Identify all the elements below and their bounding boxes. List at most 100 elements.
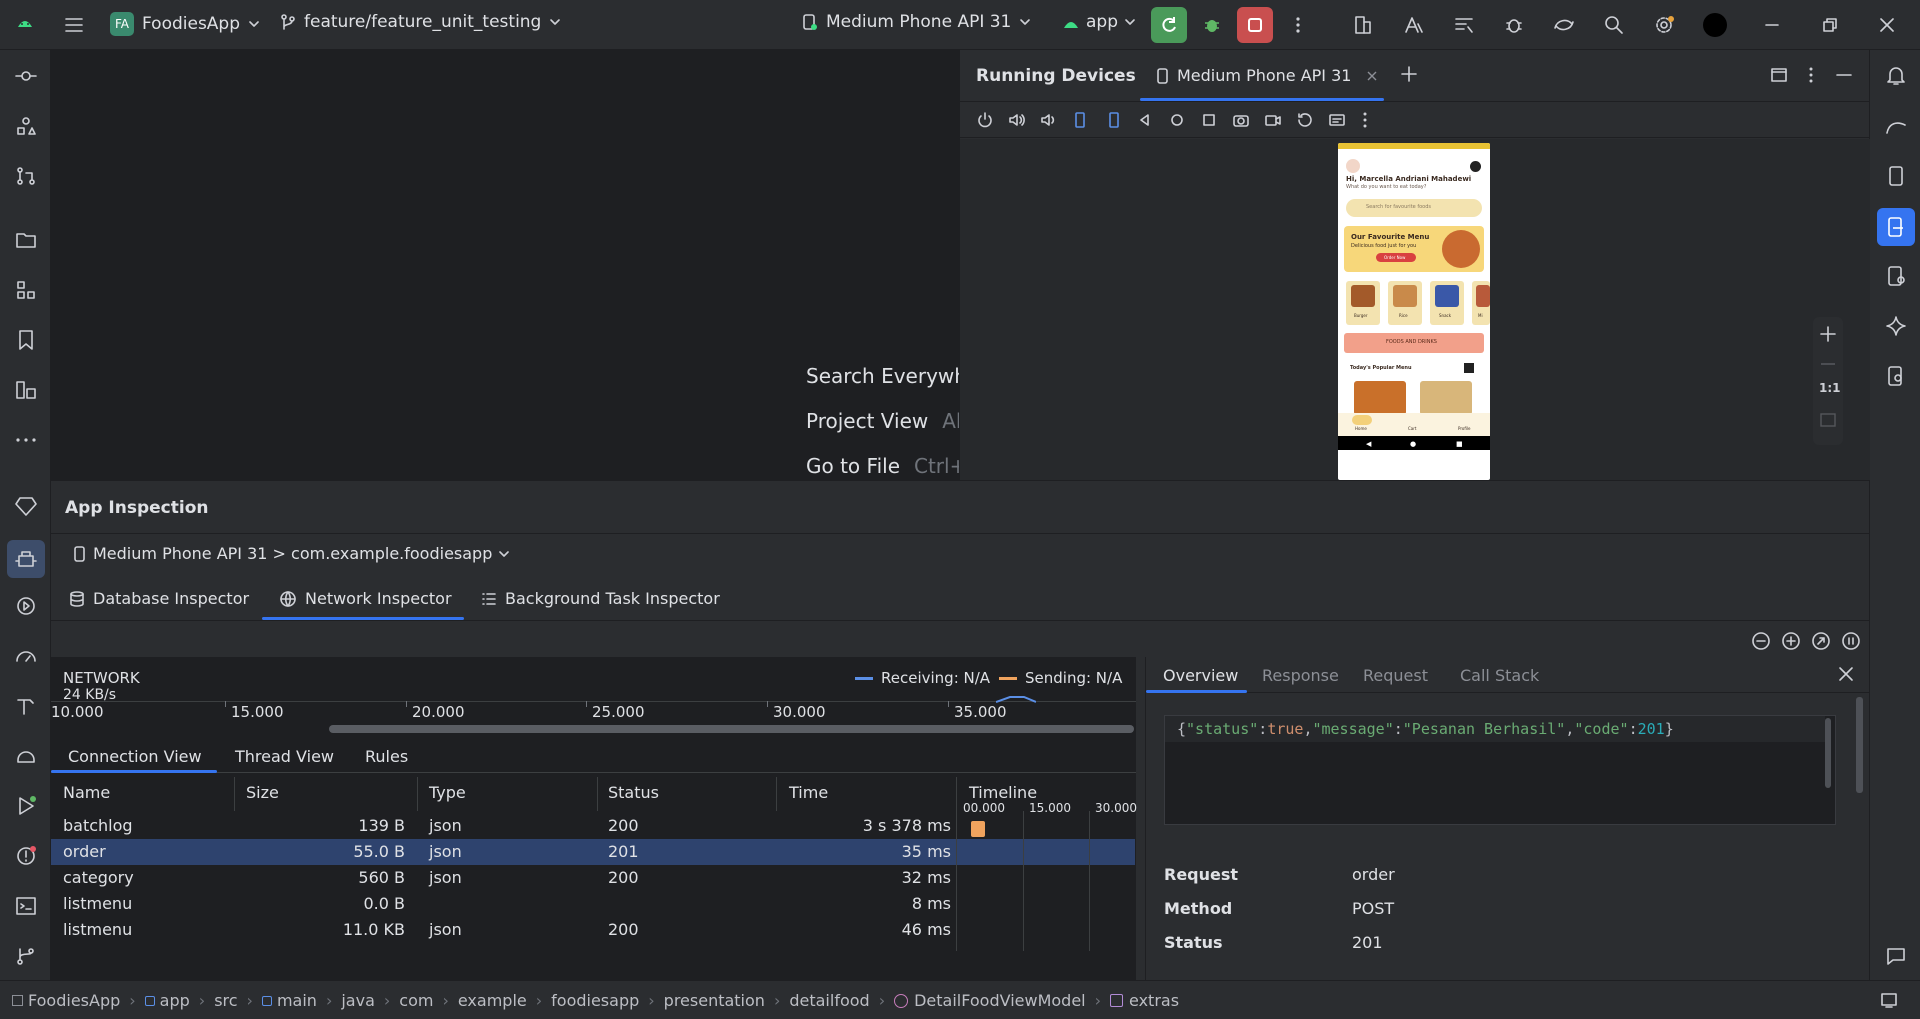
build-hammer-icon[interactable] xyxy=(12,692,40,720)
status-widget-icon[interactable] xyxy=(1880,991,1898,1009)
device-selector[interactable]: Medium Phone API 31 xyxy=(802,12,1031,32)
build-variants-icon[interactable] xyxy=(12,376,40,404)
screen-record-icon[interactable] xyxy=(1264,111,1282,129)
tab-rules[interactable]: Rules xyxy=(365,747,408,766)
settings-gear-icon[interactable] xyxy=(1646,7,1682,43)
android-logo-icon[interactable] xyxy=(16,15,34,29)
resource-manager-icon[interactable] xyxy=(12,112,40,140)
more-tools-icon[interactable] xyxy=(12,426,40,454)
zoom-in-timeline-icon[interactable] xyxy=(1781,631,1801,651)
more-emulator-options-icon[interactable] xyxy=(1362,111,1368,129)
running-devices-icon[interactable] xyxy=(1877,208,1915,246)
reset-zoom-icon[interactable] xyxy=(1811,631,1831,651)
search-icon[interactable] xyxy=(1596,7,1632,43)
project-structure-icon[interactable] xyxy=(1346,7,1382,43)
project-selector[interactable]: FA FoodiesApp xyxy=(110,12,260,36)
run-icon[interactable] xyxy=(12,792,40,820)
table-row[interactable]: category 560 B json 200 32 ms xyxy=(51,865,1135,891)
home-icon[interactable] xyxy=(1168,111,1186,129)
run-config-selector[interactable]: app xyxy=(1062,12,1136,32)
pull-requests-icon[interactable] xyxy=(12,162,40,190)
problems-icon[interactable] xyxy=(12,842,40,870)
tab-thread-view[interactable]: Thread View xyxy=(235,747,334,766)
column-time[interactable]: Time xyxy=(789,783,828,802)
breadcrumb-item[interactable]: main xyxy=(261,991,317,1010)
volume-up-icon[interactable] xyxy=(1008,111,1026,129)
more-actions-icon[interactable] xyxy=(1280,7,1316,43)
zoom-actual-size[interactable]: 1:1 xyxy=(1819,381,1841,395)
response-json-viewer[interactable]: {"status":true,"message":"Pesanan Berhas… xyxy=(1164,715,1836,825)
tab-network-inspector[interactable]: Network Inspector xyxy=(279,589,452,608)
apply-changes-button[interactable] xyxy=(1151,7,1187,43)
close-tab-icon[interactable] xyxy=(1366,70,1378,82)
tab-connection-view[interactable]: Connection View xyxy=(68,747,202,766)
app-inspection-icon[interactable] xyxy=(7,540,45,578)
rotate-right-icon[interactable] xyxy=(1104,111,1122,129)
device-manager-icon[interactable] xyxy=(1882,162,1910,190)
column-name[interactable]: Name xyxy=(63,783,110,802)
timeline-bar-batchlog[interactable] xyxy=(971,821,985,837)
mirror-keyboard-icon[interactable] xyxy=(1328,111,1346,129)
debug-button[interactable] xyxy=(1194,7,1230,43)
breadcrumb-item[interactable]: FoodiesApp xyxy=(12,991,120,1010)
volume-down-icon[interactable] xyxy=(1040,111,1058,129)
pause-live-icon[interactable] xyxy=(1841,631,1861,651)
phone-screen[interactable]: Hi, Marcella Andriani Mahadewi What do y… xyxy=(1338,143,1490,480)
version-control-icon[interactable] xyxy=(12,942,40,970)
panel-options-icon[interactable] xyxy=(1808,66,1814,84)
rotate-left-icon[interactable] xyxy=(1072,111,1090,129)
tab-response[interactable]: Response xyxy=(1262,666,1339,685)
tab-overview[interactable]: Overview xyxy=(1163,666,1238,685)
close-detail-icon[interactable] xyxy=(1838,666,1854,682)
bug-settings-icon[interactable] xyxy=(1496,7,1532,43)
breadcrumb-item[interactable]: app xyxy=(144,991,190,1010)
hide-panel-icon[interactable] xyxy=(1836,74,1852,76)
translate-icon[interactable] xyxy=(1396,7,1432,43)
maximize-panel-icon[interactable] xyxy=(1770,66,1788,84)
process-selector[interactable]: Medium Phone API 31 > com.example.foodie… xyxy=(73,544,510,563)
table-row[interactable]: listmenu 11.0 KB json 200 46 ms xyxy=(51,917,1135,943)
power-icon[interactable] xyxy=(976,111,994,129)
breadcrumb-item[interactable]: java xyxy=(341,991,375,1010)
screenshot-icon[interactable] xyxy=(1232,111,1250,129)
table-row[interactable]: order 55.0 B json 201 35 ms xyxy=(51,839,1135,865)
sync-gradle-icon[interactable] xyxy=(1546,7,1582,43)
snapshot-icon[interactable] xyxy=(1296,111,1314,129)
device-tab[interactable]: Medium Phone API 31 xyxy=(1156,66,1378,85)
breadcrumb-item[interactable]: foodiesapp xyxy=(551,991,639,1010)
gemini-sparkle-icon[interactable] xyxy=(1882,312,1910,340)
bookmarks-icon[interactable] xyxy=(12,326,40,354)
breadcrumb-item[interactable]: DetailFoodViewModel xyxy=(894,991,1086,1010)
gem-icon[interactable] xyxy=(12,492,40,520)
device-explorer-icon[interactable] xyxy=(1882,262,1910,290)
column-size[interactable]: Size xyxy=(246,783,279,802)
avatar[interactable] xyxy=(1703,13,1727,37)
profiler-icon[interactable] xyxy=(12,642,40,670)
table-row[interactable]: listmenu 0.0 B 8 ms xyxy=(51,891,1135,917)
json-scrollbar[interactable] xyxy=(1825,718,1831,788)
minimize-window-icon[interactable] xyxy=(1754,7,1790,43)
breadcrumb-item[interactable]: example xyxy=(458,991,527,1010)
breadcrumb-item[interactable]: presentation xyxy=(664,991,765,1010)
add-device-icon[interactable] xyxy=(1400,65,1418,83)
timeline-scrollbar[interactable] xyxy=(51,723,1136,735)
close-window-icon[interactable] xyxy=(1869,7,1905,43)
tab-background-task-inspector[interactable]: Background Task Inspector xyxy=(481,589,720,608)
stop-button[interactable] xyxy=(1237,7,1273,43)
chat-icon[interactable] xyxy=(1882,942,1910,970)
gradle-icon[interactable] xyxy=(1882,112,1910,140)
main-menu-icon[interactable] xyxy=(56,7,92,43)
overview-icon[interactable] xyxy=(1200,111,1218,129)
breadcrumb-item[interactable]: src xyxy=(214,991,237,1010)
branch-selector[interactable]: feature/feature_unit_testing xyxy=(280,12,561,32)
breadcrumb-item[interactable]: extras xyxy=(1110,991,1179,1010)
notifications-icon[interactable] xyxy=(1882,62,1910,90)
column-timeline[interactable]: Timeline xyxy=(969,783,1037,802)
zoom-fit-icon[interactable] xyxy=(1819,411,1837,429)
list-settings-icon[interactable] xyxy=(1446,7,1482,43)
detail-scrollbar[interactable] xyxy=(1856,697,1863,793)
android-icon[interactable] xyxy=(12,742,40,770)
column-type[interactable]: Type xyxy=(429,783,466,802)
tab-call-stack[interactable]: Call Stack xyxy=(1460,666,1539,685)
zoom-out-icon[interactable] xyxy=(1819,355,1837,373)
